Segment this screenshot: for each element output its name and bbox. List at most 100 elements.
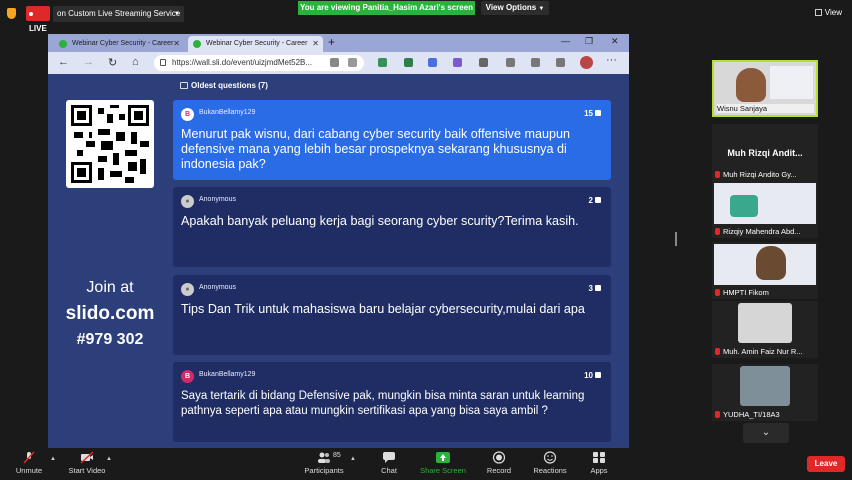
chat-icon <box>383 452 395 463</box>
new-tab-icon[interactable]: + <box>328 35 335 49</box>
extension-icon[interactable] <box>378 58 387 67</box>
question-text: Tips Dan Trik untuk mahasiswa baru belaj… <box>181 302 585 316</box>
participant-tile[interactable]: Rizqiy Mahendra Abd... <box>712 181 818 238</box>
download-icon[interactable] <box>556 58 565 67</box>
record-label: Record <box>486 466 512 475</box>
avatar: B <box>181 108 194 121</box>
participant-video <box>756 246 786 280</box>
refresh-icon[interactable]: ↻ <box>108 56 117 69</box>
scroll-down-chevron-icon[interactable]: ⌄ <box>743 423 789 443</box>
anonymous-avatar-icon: ● <box>181 283 194 296</box>
favorite-star-icon[interactable] <box>348 58 357 67</box>
extension-icon[interactable] <box>428 58 437 67</box>
meeting-toolbar: Unmute ▲ Start Video ▲ Participants 85 ▲… <box>0 448 852 480</box>
restore-icon[interactable]: ❐ <box>585 36 593 47</box>
close-icon[interactable]: ✕ <box>312 36 319 52</box>
record-button[interactable]: Record <box>484 448 514 480</box>
chevron-up-icon[interactable]: ▲ <box>350 456 356 462</box>
apps-label: Apps <box>590 466 608 475</box>
oldest-questions-header: Oldest questions (7) <box>180 81 268 90</box>
participant-tile[interactable]: Muh. Amin Faiz Nur R... <box>712 301 818 358</box>
favorites-icon[interactable] <box>506 58 515 67</box>
grid-icon <box>814 9 822 16</box>
participant-name-text: YUDHA_TI/18A3 <box>723 410 780 419</box>
record-icon <box>492 451 506 464</box>
question-author: Anonymous <box>199 196 236 203</box>
participant-tile-active-speaker[interactable]: Wisnu Sanjaya <box>712 60 818 117</box>
slido-favicon-icon <box>193 40 201 48</box>
participant-photo <box>740 366 790 406</box>
minimize-icon[interactable]: — <box>561 36 570 46</box>
thumbs-up-icon <box>595 197 601 203</box>
browser-tab[interactable]: Webinar Cyber Security - Career ✕ <box>54 36 184 52</box>
slido-domain: slido.com <box>65 303 155 324</box>
share-screen-button[interactable]: Share Screen <box>418 448 468 480</box>
participant-tile[interactable]: YUDHA_TI/18A3 <box>712 364 818 421</box>
participant-name: Muh. Amin Faiz Nur R... <box>715 347 816 356</box>
vote-number: 3 <box>588 284 593 293</box>
extension-icon[interactable] <box>404 58 413 67</box>
leave-button[interactable]: Leave <box>807 456 845 472</box>
chevron-down-icon: ▼ <box>174 11 180 17</box>
live-label: LIVE <box>29 24 47 33</box>
share-screen-label: Share Screen <box>420 466 466 475</box>
extension-icon[interactable] <box>479 58 488 67</box>
unmute-button[interactable]: Unmute <box>10 448 48 480</box>
view-button[interactable]: View <box>814 8 842 17</box>
join-at-label: Join at <box>86 279 134 296</box>
oldest-label: Oldest questions (7) <box>191 81 268 90</box>
participant-tile[interactable]: Muh Rizqi Andit... Muh Rizqi Andito Gy..… <box>712 124 818 181</box>
live-dot-icon <box>29 11 33 16</box>
shared-browser-window: Webinar Cyber Security - Career ✕ Webinar… <box>48 34 629 448</box>
profile-avatar-icon[interactable] <box>580 56 593 69</box>
more-menu-icon[interactable]: ··· <box>606 54 617 66</box>
vote-count: 15 <box>584 109 601 118</box>
speech-bubble-icon <box>180 82 188 89</box>
home-icon[interactable]: ⌂ <box>132 56 139 68</box>
muted-mic-icon <box>23 451 35 464</box>
vote-number: 10 <box>584 371 593 380</box>
chat-button[interactable]: Chat <box>374 448 404 480</box>
question-card: ● Anonymous 2 Apakah banyak peluang kerj… <box>173 187 611 267</box>
start-video-button[interactable]: Start Video <box>64 448 110 480</box>
zoom-top-bar: LIVE on Custom Live Streaming Service ▼ Y… <box>0 0 852 33</box>
participant-video <box>736 68 766 102</box>
apps-button[interactable]: Apps <box>586 448 612 480</box>
qr-code <box>66 100 154 188</box>
stream-service-dropdown[interactable]: on Custom Live Streaming Service ▼ <box>53 6 184 22</box>
participant-name: Rizqiy Mahendra Abd... <box>715 227 816 236</box>
extension-icon[interactable] <box>453 58 462 67</box>
forward-arrow-icon[interactable]: → <box>83 56 94 68</box>
url-text: https://wall.sli.do/event/uizjmdMet52B..… <box>172 58 313 67</box>
view-options-button[interactable]: View Options ▼ <box>481 1 549 15</box>
unmute-label: Unmute <box>15 466 43 475</box>
join-info: Join at slido.com #979 302 <box>58 279 162 349</box>
vote-count: 2 <box>589 196 601 205</box>
video-off-icon <box>80 451 94 464</box>
chevron-up-icon[interactable]: ▲ <box>106 456 112 462</box>
vote-count: 3 <box>589 284 601 293</box>
collections-icon[interactable] <box>531 58 540 67</box>
muted-mic-icon <box>715 171 720 178</box>
participant-sub-name: Muh Rizqi Andito Gy... <box>723 170 797 179</box>
close-icon[interactable]: ✕ <box>173 36 180 52</box>
close-window-icon[interactable]: ✕ <box>611 36 619 47</box>
reactions-button[interactable]: Reactions <box>530 448 570 480</box>
chevron-up-icon[interactable]: ▲ <box>50 456 56 462</box>
panel-resize-handle[interactable] <box>675 232 677 246</box>
question-author: Anonymous <box>199 284 236 291</box>
back-arrow-icon[interactable]: ← <box>58 56 69 68</box>
stream-label: on Custom Live Streaming Service <box>57 9 181 18</box>
address-toolbar: ← → ↻ ⌂ https://wall.sli.do/event/uizjmd… <box>48 52 629 74</box>
security-shield-icon[interactable] <box>7 8 16 19</box>
muted-mic-icon <box>715 289 720 296</box>
participant-name: Muh Rizqi Andito Gy... <box>715 170 816 179</box>
thumbs-up-icon <box>595 285 601 291</box>
read-aloud-icon[interactable] <box>330 58 339 67</box>
participants-label: Participants <box>304 466 344 475</box>
participant-tile[interactable]: HMPTI Fikom <box>712 242 818 299</box>
live-badge[interactable]: LIVE <box>26 6 50 33</box>
lock-icon <box>160 59 166 66</box>
browser-tab-active[interactable]: Webinar Cyber Security - Career ✕ <box>188 36 323 52</box>
vote-count: 10 <box>584 371 601 380</box>
